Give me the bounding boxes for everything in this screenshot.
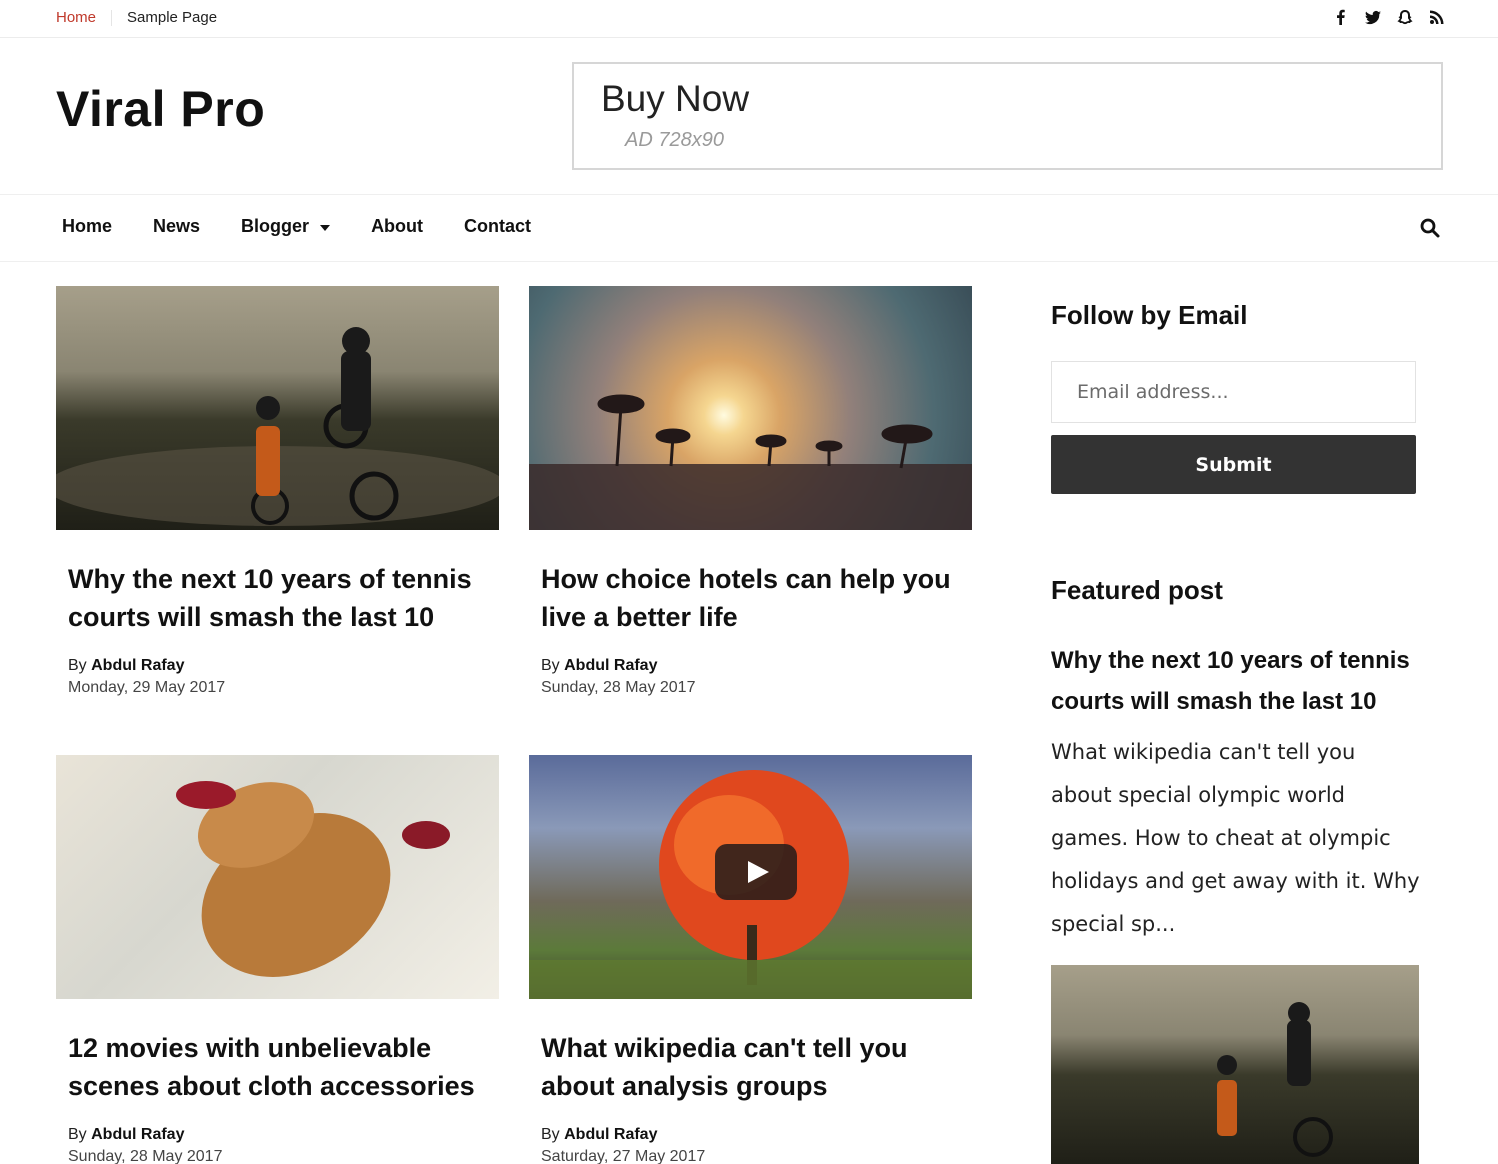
nav-item-home[interactable]: Home: [62, 216, 112, 237]
post-title[interactable]: Why the next 10 years of tennis courts w…: [68, 560, 487, 636]
featured-post-image[interactable]: [1051, 965, 1419, 1164]
main-nav: Home News Blogger About Contact: [0, 194, 1498, 262]
post-author-name[interactable]: Abdul Rafay: [564, 1126, 657, 1143]
snapchat-icon[interactable]: [1396, 8, 1414, 26]
post-title[interactable]: 12 movies with unbelievable scenes about…: [68, 1029, 487, 1105]
follow-by-email-widget: Follow by Email Submit: [1051, 300, 1421, 494]
facebook-icon[interactable]: [1332, 8, 1350, 26]
post-author-name[interactable]: Abdul Rafay: [564, 657, 657, 674]
site-logo[interactable]: Viral Pro: [56, 80, 265, 138]
post-card: 12 movies with unbelievable scenes about…: [56, 755, 499, 1164]
search-icon[interactable]: [1419, 217, 1441, 239]
post-by-label: By: [541, 1126, 560, 1143]
post-by-label: By: [541, 657, 560, 674]
nav-item-news[interactable]: News: [153, 216, 200, 237]
post-date: Sunday, 28 May 2017: [68, 1148, 223, 1164]
post-author-name[interactable]: Abdul Rafay: [91, 1126, 184, 1143]
post-title[interactable]: What wikipedia can't tell you about anal…: [541, 1029, 960, 1105]
play-video-icon[interactable]: [715, 844, 797, 900]
post-author-name[interactable]: Abdul Rafay: [91, 657, 184, 674]
featured-post-excerpt: What wikipedia can't tell you about spec…: [1051, 740, 1420, 936]
twitter-icon[interactable]: [1364, 8, 1382, 26]
nav-item-contact[interactable]: Contact: [464, 216, 531, 237]
post-author: By Abdul Rafay: [68, 657, 487, 675]
post-card: What wikipedia can't tell you about anal…: [529, 755, 972, 1164]
top-nav: Home Sample Page: [56, 9, 217, 26]
post-by-label: By: [68, 1126, 87, 1143]
post-title[interactable]: How choice hotels can help you live a be…: [541, 560, 960, 636]
post-thumbnail-shoes[interactable]: [56, 755, 499, 999]
nav-item-blogger-label: Blogger: [241, 216, 310, 236]
ad-size-label: AD 728x90: [625, 129, 724, 151]
post-author: By Abdul Rafay: [541, 1126, 960, 1144]
post-card: How choice hotels can help you live a be…: [529, 286, 972, 697]
post-date: Sunday, 28 May 2017: [541, 679, 696, 696]
post-author: By Abdul Rafay: [68, 1126, 487, 1144]
widget-title: Follow by Email: [1051, 300, 1248, 330]
featured-post-widget: Featured post Why the next 10 years of t…: [1051, 575, 1421, 1164]
top-bar: Home Sample Page: [0, 0, 1498, 38]
post-thumbnail-sunset[interactable]: [529, 286, 972, 530]
caret-down-icon: [320, 224, 331, 231]
post-thumbnail-motocross[interactable]: [56, 286, 499, 530]
submit-button[interactable]: Submit: [1051, 435, 1416, 494]
email-input[interactable]: [1051, 361, 1416, 423]
ad-title: Buy Now: [601, 78, 750, 119]
post-thumbnail-video[interactable]: [529, 755, 972, 999]
social-links: [1332, 8, 1446, 26]
post-date: Saturday, 27 May 2017: [541, 1148, 706, 1164]
post-card: Why the next 10 years of tennis courts w…: [56, 286, 499, 697]
top-nav-sample-page[interactable]: Sample Page: [127, 9, 217, 26]
widget-title: Featured post: [1051, 575, 1223, 605]
rss-icon[interactable]: [1428, 8, 1446, 26]
featured-post-title[interactable]: Why the next 10 years of tennis courts w…: [1051, 640, 1421, 722]
post-by-label: By: [68, 657, 87, 674]
ad-banner[interactable]: Buy Now AD 728x90: [572, 62, 1443, 170]
top-nav-home[interactable]: Home: [56, 9, 96, 26]
divider: [111, 9, 113, 26]
nav-item-blogger[interactable]: Blogger: [241, 216, 331, 237]
nav-item-about[interactable]: About: [371, 216, 423, 237]
post-author: By Abdul Rafay: [541, 657, 960, 675]
post-date: Monday, 29 May 2017: [68, 679, 226, 696]
